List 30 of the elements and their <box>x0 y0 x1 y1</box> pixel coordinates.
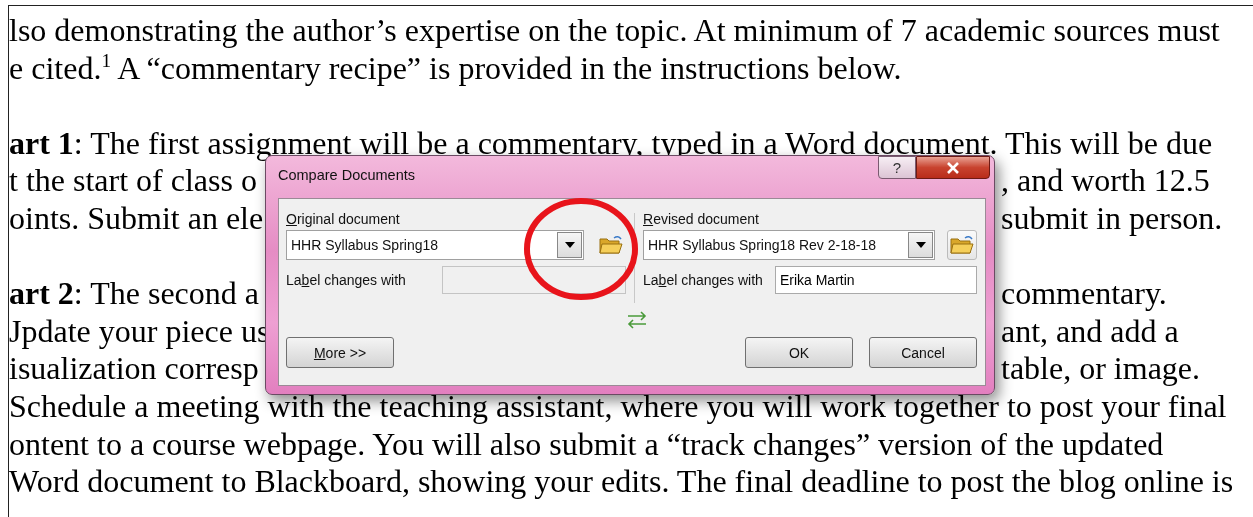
folder-icon[interactable] <box>947 230 977 260</box>
section-heading: Original document <box>286 210 401 229</box>
body-text: table, or image. <box>1001 350 1201 388</box>
field-label: Label changes with <box>643 272 763 288</box>
field-label: Label changes with <box>286 272 406 288</box>
help-button[interactable]: ? <box>878 156 916 179</box>
more-button[interactable]: More >> <box>286 337 394 368</box>
body-text: e cited.$^{1}$ A “commentary recipe” is provided in the instructions below. <box>9 49 902 88</box>
swap-arrows-icon[interactable] <box>626 311 647 329</box>
body-text: commentary. <box>1001 275 1167 313</box>
label-field[interactable]: Erika Martin <box>774 266 977 294</box>
close-icon[interactable] <box>946 161 960 174</box>
body-text: isualization corresp <box>9 350 259 387</box>
close-button[interactable] <box>916 156 990 179</box>
body-text: Word document to Blackboard, showing your edits. The final deadline to post the blog online is <box>9 463 1234 501</box>
section-heading: Revised document <box>643 210 760 229</box>
body-text: ontent to a course webpage. You will also submit a “track changes” version of the updated <box>9 425 1164 464</box>
cancel-button[interactable]: Cancel <box>869 337 977 368</box>
dialog-title: Compare Documents <box>278 167 416 183</box>
ok-button[interactable]: OK <box>745 337 853 368</box>
document-dropdown[interactable]: HHR Syllabus Spring18 Rev 2-18-18 <box>643 230 935 260</box>
body-text: art 2: The second a <box>9 275 259 312</box>
body-text: submit in person. <box>1001 199 1223 238</box>
body-text: Schedule a meeting with the teaching assistant, where you will work together to post your final <box>9 387 1227 426</box>
body-text: lso demonstrating the author’s expertise on the topic. At minimum of 7 academic sources must <box>9 12 1220 50</box>
body-text: oints. Submit an ele <box>9 199 264 236</box>
body-text: t the start of class o <box>9 162 257 199</box>
body-text: , and worth 12.5 <box>1001 162 1210 200</box>
document-dropdown[interactable]: HHR Syllabus Spring18 <box>286 230 584 260</box>
body-text: ant, and add a <box>1001 312 1179 351</box>
